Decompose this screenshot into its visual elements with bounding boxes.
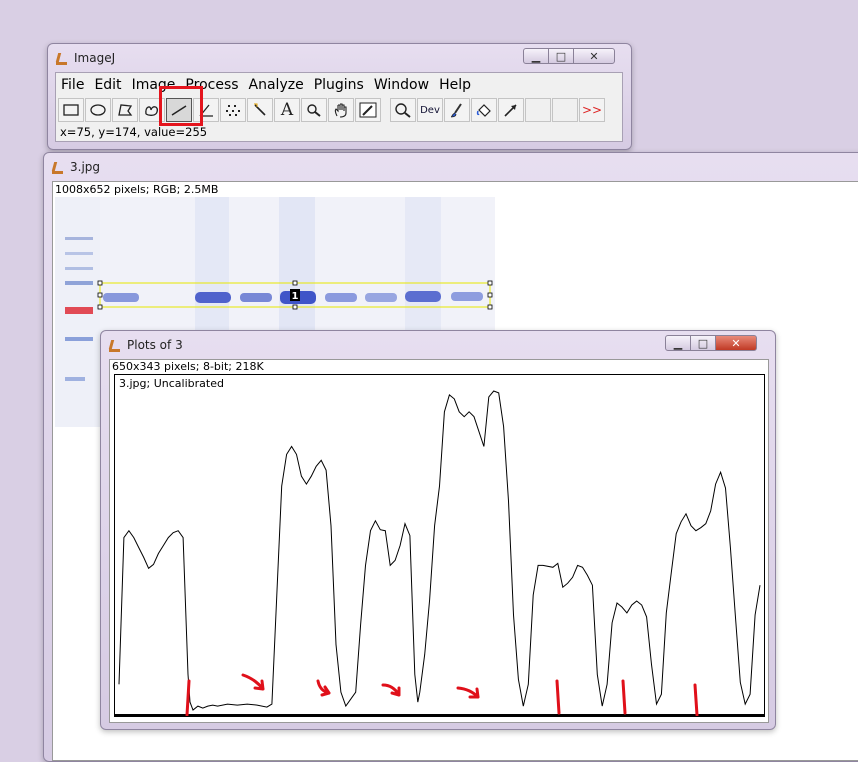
plot-minimize-button[interactable]: ▁	[665, 335, 691, 351]
imagej-window-controls: ▁ □ ✕	[523, 48, 615, 64]
menu-plugins[interactable]: Plugins	[309, 75, 369, 95]
menubar: File Edit Image Process Analyze Plugins Window…	[56, 75, 476, 95]
red-arrow-mark	[316, 679, 331, 697]
minimize-button[interactable]: ▁	[523, 48, 549, 64]
empty-slot-button[interactable]	[552, 98, 578, 122]
red-tick-mark	[693, 683, 699, 716]
menu-analyze[interactable]: Analyze	[244, 75, 309, 95]
plot-window-titlebar[interactable]: Plots of 3	[109, 335, 183, 355]
image-info: 1008x652 pixels; RGB; 2.5MB	[55, 183, 219, 196]
point-tool-button[interactable]	[220, 98, 246, 122]
imagej-window: ImageJ ▁ □ ✕ File Edit Image Process Analyze…	[47, 43, 632, 150]
image-window-titlebar[interactable]: 3.jpg	[52, 157, 100, 177]
plot-window-title: Plots of 3	[127, 338, 183, 352]
menu-window[interactable]: Window	[369, 75, 434, 95]
profile-plot[interactable]: 3.jpg; Uncalibrated	[114, 374, 765, 717]
red-arrow-mark	[241, 673, 265, 691]
red-tick-mark	[185, 679, 191, 716]
more-tools-button[interactable]: >>	[579, 98, 605, 122]
menu-file[interactable]: File	[56, 75, 89, 95]
brush-button[interactable]	[444, 98, 470, 122]
oval-tool-icon	[90, 104, 106, 116]
polygon-tool-button[interactable]	[112, 98, 138, 122]
plot-info: 650x343 pixels; 8-bit; 218K	[112, 360, 264, 373]
plot-window-app-icon	[109, 338, 121, 352]
profile-series-line	[118, 390, 761, 711]
imagej-body: File Edit Image Process Analyze Plugins Window…	[55, 72, 623, 142]
image-window-title: 3.jpg	[70, 160, 101, 174]
color-picker-icon	[359, 102, 377, 118]
rectangle-tool-icon	[63, 104, 79, 116]
plot-canvas-area: 650x343 pixels; 8-bit; 218K 3.jpg; Uncal…	[109, 359, 769, 723]
red-arrow-mark	[456, 686, 480, 699]
dev-menu-button[interactable]: Dev	[417, 98, 443, 122]
oval-tool-button[interactable]	[85, 98, 111, 122]
dev-menu: Dev	[420, 104, 440, 116]
magnifier-tool-button[interactable]	[301, 98, 327, 122]
hand-tool-button[interactable]	[328, 98, 354, 122]
close-button[interactable]: ✕	[573, 48, 615, 64]
text-tool-icon: A	[280, 100, 294, 120]
polygon-tool-icon	[118, 104, 133, 116]
plot-window-controls: ▁ □ ✕	[665, 335, 757, 351]
imagej-titlebar[interactable]: ImageJ	[56, 48, 115, 68]
flood-fill-icon	[476, 104, 491, 117]
rectangle-tool-button[interactable]	[58, 98, 84, 122]
more-tools-icon: >>	[581, 103, 603, 117]
text-tool-button[interactable]: A	[274, 98, 300, 122]
plot-maximize-button[interactable]: □	[690, 335, 716, 351]
image-window-app-icon	[52, 160, 64, 174]
wand-tool-icon	[254, 103, 266, 116]
point-tool-icon	[226, 105, 240, 116]
plot-window: Plots of 3 ▁ □ ✕ 650x343 pixels; 8-bit; …	[100, 330, 776, 730]
red-tick-mark	[555, 679, 561, 715]
menu-help[interactable]: Help	[434, 75, 476, 95]
straight-line-tool-highlight	[159, 86, 203, 126]
roi-label: 1	[292, 291, 299, 302]
red-arrow-mark	[381, 683, 401, 697]
maximize-button[interactable]: □	[548, 48, 574, 64]
status-bar: x=75, y=174, value=255	[60, 125, 208, 139]
red-annotations	[185, 673, 699, 716]
zoom-icon	[395, 103, 411, 118]
magnifier-tool-icon	[307, 104, 321, 117]
profile-plot-svg	[115, 390, 764, 716]
arrow-tool-icon	[504, 104, 517, 117]
zoom-button[interactable]	[390, 98, 416, 122]
wand-tool-button[interactable]	[247, 98, 273, 122]
color-picker-button[interactable]	[355, 98, 381, 122]
flood-fill-button[interactable]	[471, 98, 497, 122]
red-tick-mark	[621, 679, 627, 715]
hand-tool-icon	[334, 103, 347, 118]
menu-edit[interactable]: Edit	[89, 75, 126, 95]
arrow-tool-button[interactable]	[498, 98, 524, 122]
brush-icon	[450, 103, 462, 118]
profile-line	[115, 390, 764, 716]
imagej-title: ImageJ	[74, 51, 116, 65]
imagej-app-icon	[56, 51, 68, 65]
empty-slot-button[interactable]	[525, 98, 551, 122]
toolbar: A Dev >>	[58, 98, 606, 124]
plot-close-button[interactable]: ✕	[715, 335, 757, 351]
